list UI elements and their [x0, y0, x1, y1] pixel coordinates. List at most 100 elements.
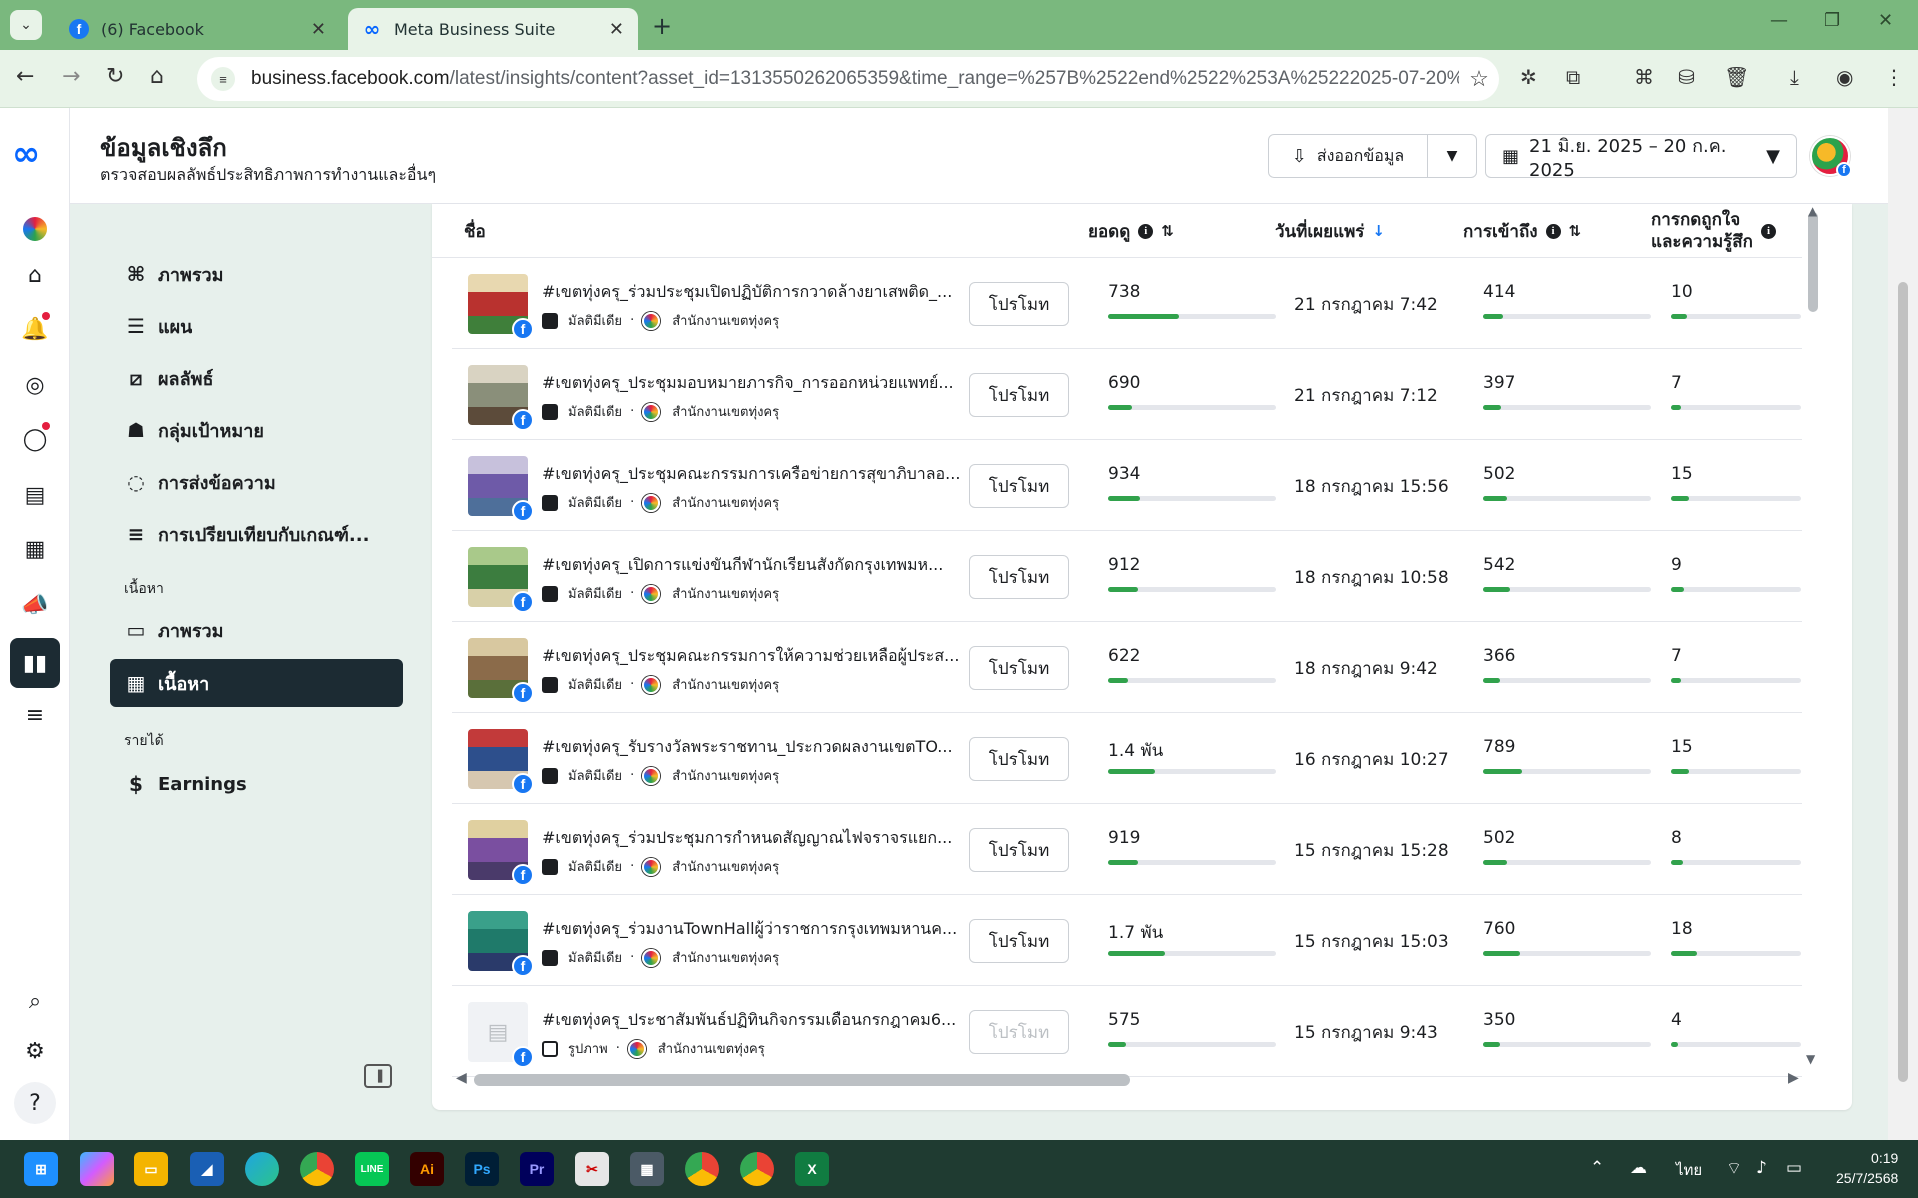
post-title[interactable]: #เขตทุ่งครุ_ประชุมมอบหมายภารกิจ_การออกหน… — [542, 371, 967, 396]
ads-megaphone-icon[interactable]: 📣 — [14, 584, 56, 626]
back-icon[interactable]: ← — [16, 64, 34, 89]
input-language[interactable]: ไทย — [1676, 1158, 1702, 1182]
trash-icon[interactable]: 🗑 — [1724, 65, 1749, 89]
sort-descending-icon[interactable]: ↓ — [1372, 222, 1385, 240]
post-thumbnail-wrap[interactable]: f — [468, 729, 534, 795]
sidebar-item-audience[interactable]: ☗ กลุ่มเป้าหมาย — [110, 406, 403, 454]
table-row[interactable]: f #เขตทุ่งครุ_ร่วมประชุมเปิดปฏิบัติการกว… — [452, 258, 1802, 349]
insights-bar-chart-icon[interactable]: ▮▮ — [10, 638, 60, 688]
line-icon[interactable]: LINE — [355, 1152, 389, 1186]
table-row[interactable]: f #เขตทุ่งครุ_ประชุมมอบหมายภารกิจ_การออก… — [452, 349, 1802, 440]
table-row[interactable]: f #เขตทุ่งครุ_ร่วมงานTownHallผู้ว่าราชกา… — [452, 895, 1802, 986]
chrome-icon[interactable] — [300, 1152, 334, 1186]
promote-button[interactable]: โปรโมท — [969, 555, 1069, 599]
page-vertical-scrollbar[interactable] — [1888, 108, 1918, 1140]
battery-icon[interactable]: ▭ — [1786, 1158, 1802, 1178]
sort-icon[interactable]: ⇅ — [1569, 222, 1582, 240]
show-hidden-icons-icon[interactable]: ⌃ — [1590, 1158, 1604, 1178]
notifications-icon[interactable]: 🔔 — [14, 308, 56, 350]
tab-search-button[interactable]: ⌄ — [10, 10, 42, 40]
bookmark-star-icon[interactable]: ☆ — [1459, 66, 1499, 92]
onedrive-icon[interactable]: ☁ — [1630, 1158, 1647, 1178]
reload-icon[interactable]: ↻ — [106, 64, 124, 89]
close-tab-icon[interactable]: ✕ — [609, 19, 624, 40]
post-thumbnail-wrap[interactable]: ▤ f — [468, 1002, 534, 1068]
table-row[interactable]: ▤ f #เขตทุ่งครุ_ประชาสัมพันธ์ปฏิทินกิจกร… — [452, 986, 1802, 1077]
chrome-profile-icon[interactable] — [685, 1152, 719, 1186]
incognito-icon[interactable]: ⛁ — [1678, 65, 1695, 89]
info-icon[interactable]: i — [1545, 223, 1561, 239]
column-header-published[interactable]: วันที่เผยแพร่ ↓ — [1275, 204, 1385, 258]
extensions-puzzle-icon[interactable]: ⧉ — [1566, 65, 1580, 89]
promote-button[interactable]: โปรโมท — [969, 464, 1069, 508]
sidebar-item-overview[interactable]: ⌘ ภาพรวม — [110, 250, 403, 298]
table-vertical-scrollbar[interactable] — [1808, 212, 1818, 312]
post-title[interactable]: #เขตทุ่งครุ_ร่วมงานTownHallผู้ว่าราชการก… — [542, 917, 967, 942]
chrome-profile2-icon[interactable] — [740, 1152, 774, 1186]
post-thumbnail-wrap[interactable]: f — [468, 456, 534, 522]
post-thumbnail-wrap[interactable]: f — [468, 911, 534, 977]
app-icon[interactable]: ◢ — [190, 1152, 224, 1186]
extension-bug-icon[interactable]: ✲ — [1520, 65, 1537, 89]
promote-button[interactable]: โปรโมท — [969, 737, 1069, 781]
promote-button[interactable]: โปรโมท — [969, 646, 1069, 690]
sidebar-item-earnings[interactable]: $ Earnings — [110, 760, 403, 808]
column-header-reactions[interactable]: การกดถูกใจ และความรู้สึก i — [1651, 204, 1776, 258]
sidebar-item-content[interactable]: ▦ เนื้อหา — [110, 659, 403, 707]
download-icon[interactable]: ⤓ — [1790, 65, 1799, 89]
column-header-reach[interactable]: การเข้าถึง i ⇅ — [1463, 204, 1581, 258]
close-tab-icon[interactable]: ✕ — [311, 19, 326, 40]
home-nav-icon[interactable]: ⌂ — [14, 254, 56, 296]
restore-icon[interactable]: ❐ — [1824, 10, 1840, 31]
inbox-icon[interactable]: ◯ — [14, 418, 56, 460]
scroll-up-icon[interactable]: ▲ — [1808, 204, 1817, 218]
system-clock[interactable]: 0:19 25/7/2568 — [1836, 1148, 1898, 1188]
content-icon[interactable]: ▤ — [14, 474, 56, 516]
account-avatar[interactable]: f — [1810, 136, 1852, 178]
sidebar-item-plan[interactable]: ☰ แผน — [110, 302, 403, 350]
site-info-icon[interactable]: ≡ — [211, 67, 235, 91]
post-thumbnail-wrap[interactable]: f — [468, 638, 534, 704]
meta-logo-icon[interactable]: ∞ — [12, 134, 40, 174]
profile-icon[interactable]: ◉ — [1836, 65, 1853, 89]
post-title[interactable]: #เขตทุ่งครุ_รับรางวัลพระราชทาน_ประกวดผลง… — [542, 735, 967, 760]
help-icon[interactable]: ? — [14, 1082, 56, 1124]
window-close-icon[interactable]: ✕ — [1878, 10, 1893, 31]
table-row[interactable]: f #เขตทุ่งครุ_ประชุมคณะกรรมการเครือข่ายก… — [452, 440, 1802, 531]
volume-icon[interactable]: ♪ — [1756, 1158, 1767, 1178]
sidebar-item-benchmark[interactable]: ≡ การเปรียบเทียบกับเกณฑ์... — [110, 510, 403, 558]
export-dropdown-button[interactable]: ▼ — [1427, 134, 1477, 178]
search-icon[interactable]: ⌕ — [14, 980, 56, 1022]
copilot-icon[interactable] — [80, 1152, 114, 1186]
scroll-down-icon[interactable]: ▼ — [1806, 1052, 1815, 1066]
forward-icon[interactable]: → — [62, 64, 80, 89]
settings-gear-icon[interactable]: ⚙ — [14, 1030, 56, 1072]
collapse-sidebar-icon[interactable]: ▐ — [364, 1064, 392, 1088]
promote-button[interactable]: โปรโมท — [969, 828, 1069, 872]
url-input[interactable]: ≡ business.facebook.com/latest/insights/… — [197, 57, 1499, 101]
scroll-right-icon[interactable]: ▶ — [1788, 1070, 1799, 1086]
excel-icon[interactable]: X — [795, 1152, 829, 1186]
post-thumbnail-wrap[interactable]: f — [468, 547, 534, 613]
post-title[interactable]: #เขตทุ่งครุ_เปิดการแข่งขันกีฬานักเรียนสั… — [542, 553, 967, 578]
scroll-left-icon[interactable]: ◀ — [456, 1070, 467, 1086]
sidebar-item-messaging[interactable]: ◌ การส่งข้อความ — [110, 458, 403, 506]
info-icon[interactable]: i — [1138, 223, 1154, 239]
calendar-icon[interactable]: ▦ — [14, 528, 56, 570]
all-tools-menu-icon[interactable]: ≡ — [14, 694, 56, 736]
premiere-icon[interactable]: Pr — [520, 1152, 554, 1186]
post-title[interactable]: #เขตทุ่งครุ_ร่วมประชุมการกำหนดสัญญาณไฟจร… — [542, 826, 967, 851]
minimize-icon[interactable]: — — [1770, 10, 1788, 31]
table-row[interactable]: f #เขตทุ่งครุ_ร่วมประชุมการกำหนดสัญญาณไฟ… — [452, 804, 1802, 895]
tab-meta-business-suite[interactable]: ∞ Meta Business Suite ✕ — [348, 8, 638, 50]
date-range-picker[interactable]: ▦ 21 มิ.ย. 2025 – 20 ก.ค. 2025 ▼ — [1485, 134, 1797, 181]
promote-button[interactable]: โปรโมท — [969, 1010, 1069, 1054]
wifi-icon[interactable]: ⌔ — [1726, 1158, 1742, 1179]
promote-button[interactable]: โปรโมท — [969, 282, 1069, 326]
post-title[interactable]: #เขตทุ่งครุ_ประชุมคณะกรรมการเครือข่ายการ… — [542, 462, 967, 487]
post-thumbnail-wrap[interactable]: f — [468, 365, 534, 431]
file-explorer-icon[interactable]: ▭ — [134, 1152, 168, 1186]
new-tab-button[interactable]: + — [652, 12, 672, 40]
browser-menu-icon[interactable]: ⋮ — [1884, 65, 1904, 89]
table-horizontal-scrollbar[interactable] — [474, 1074, 1130, 1086]
